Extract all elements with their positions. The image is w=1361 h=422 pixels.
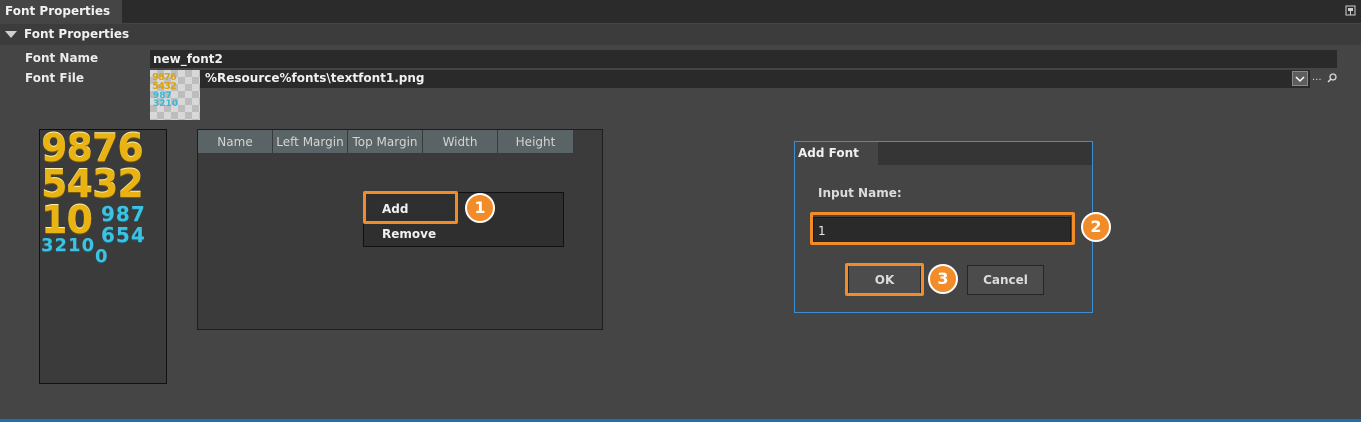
- thumbnail-gold-digits: 9876 5432: [152, 72, 177, 92]
- highlight-ok: [845, 263, 924, 296]
- browse-button[interactable]: ...: [1312, 72, 1322, 83]
- section-title: Font Properties: [24, 27, 130, 41]
- column-header-height[interactable]: Height: [498, 130, 574, 154]
- highlight-input: [810, 212, 1075, 245]
- step-badge-1: 1: [465, 193, 495, 223]
- column-header-name[interactable]: Name: [198, 130, 273, 154]
- font-file-thumbnail: 9876 5432 987 3210: [150, 70, 200, 120]
- collapse-triangle-icon[interactable]: [5, 31, 17, 38]
- thumbnail-cyan-digits: 987 3210: [153, 91, 179, 109]
- font-texture-preview: 9876 5432 10 987 654 3210 0: [39, 126, 167, 384]
- section-header-font-properties[interactable]: Font Properties: [0, 24, 1361, 45]
- preview-cyan-row: 654: [101, 223, 146, 247]
- highlight-add: [363, 191, 458, 224]
- column-header-top-margin[interactable]: Top Margin: [348, 130, 423, 154]
- pin-icon[interactable]: [1345, 5, 1356, 16]
- dialog-titlebar: Add Font: [795, 142, 1092, 165]
- font-file-label: Font File: [25, 71, 84, 85]
- panel-tab-bar: Font Properties: [0, 0, 1361, 23]
- dialog-title: Add Font: [795, 142, 878, 165]
- preview-cyan-row: 0: [95, 246, 108, 267]
- chevron-down-icon: [1295, 76, 1305, 83]
- file-dropdown-button[interactable]: [1292, 71, 1308, 86]
- preview-cyan-row: 3210: [41, 235, 96, 256]
- step-badge-2: 2: [1081, 212, 1111, 242]
- tab-font-properties[interactable]: Font Properties: [0, 0, 122, 23]
- cancel-button[interactable]: Cancel: [967, 265, 1044, 295]
- search-icon[interactable]: [1326, 72, 1338, 84]
- column-header-left-margin[interactable]: Left Margin: [273, 130, 348, 154]
- step-badge-3: 3: [928, 264, 958, 294]
- font-name-label: Font Name: [25, 51, 99, 65]
- menu-item-remove[interactable]: Remove: [382, 227, 436, 241]
- column-header-width[interactable]: Width: [423, 130, 498, 154]
- input-name-label: Input Name:: [818, 186, 902, 200]
- font-name-field[interactable]: new_font2: [150, 50, 1337, 68]
- font-file-path: %Resource%fonts\textfont1.png: [205, 71, 425, 85]
